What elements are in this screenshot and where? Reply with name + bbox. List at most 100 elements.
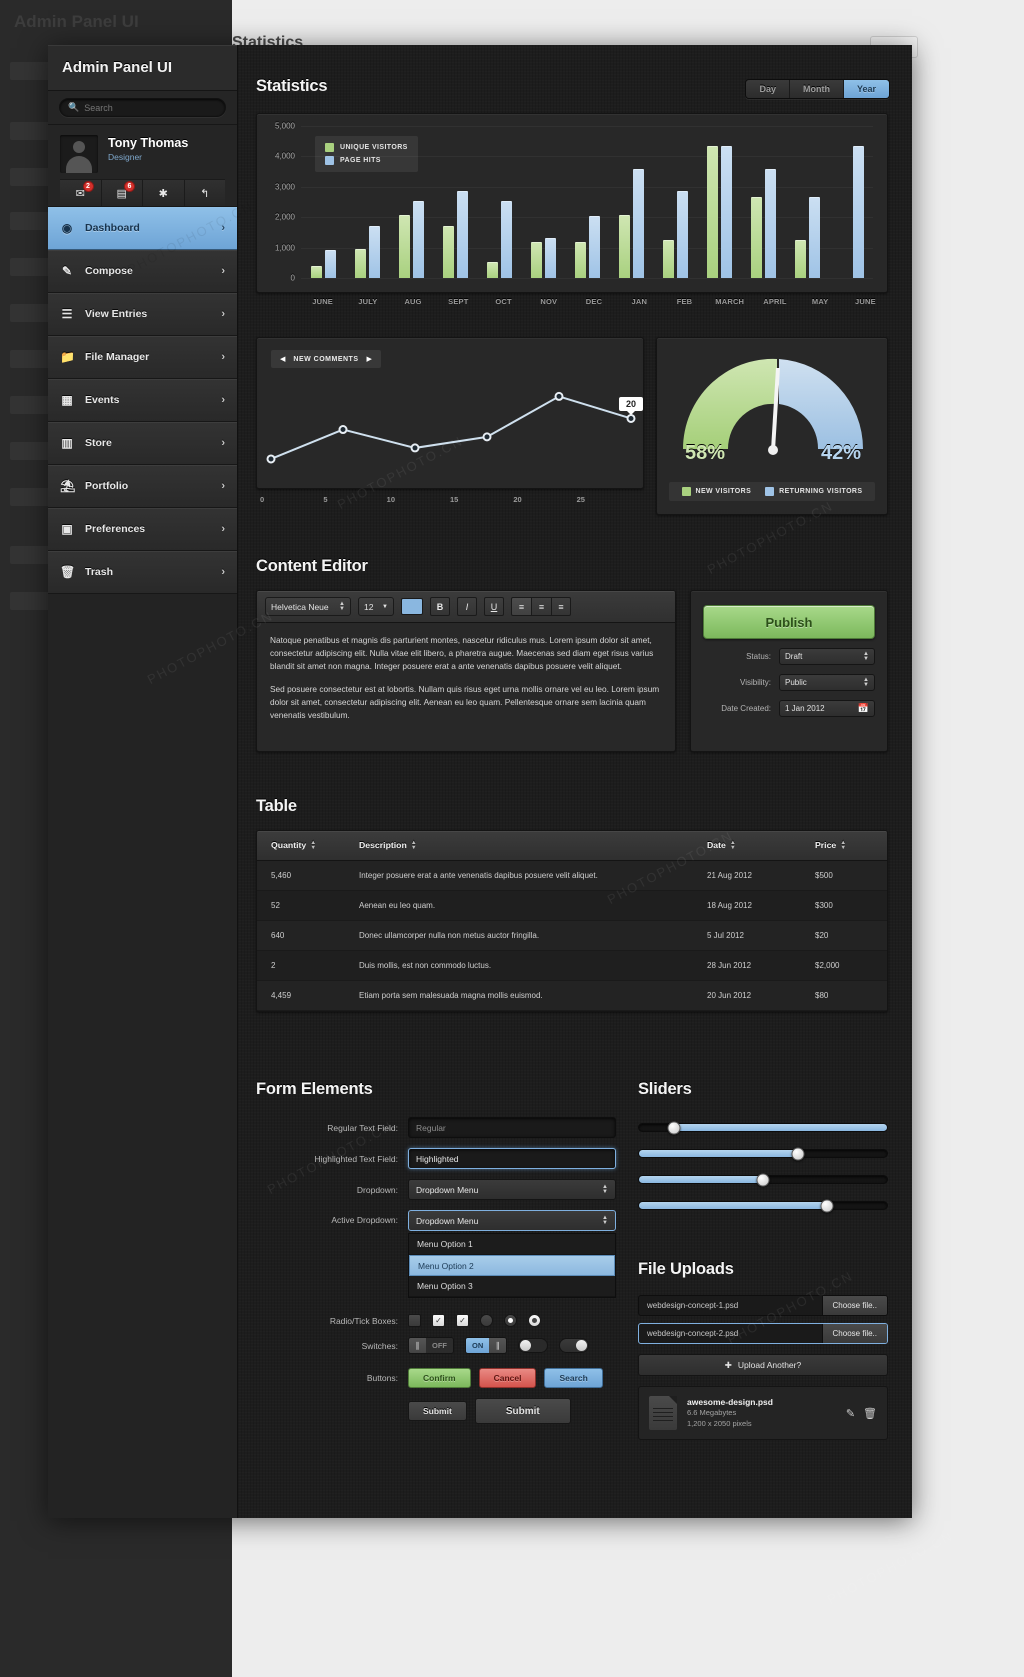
radio-selected[interactable] — [504, 1314, 517, 1327]
column-header-date[interactable]: Date ▲ ▼ — [693, 831, 801, 861]
chevron-right-icon: › — [221, 308, 225, 320]
menu-option-3[interactable]: Menu Option 3 — [409, 1276, 615, 1297]
dropdown-select[interactable]: Dropdown Menu ▲ ▼ — [408, 1179, 616, 1200]
radio-active[interactable] — [528, 1314, 541, 1327]
table-row[interactable]: 5,460 Integer posuere erat a ante venenat… — [257, 860, 887, 891]
switch-handle-icon: ∥ — [409, 1338, 426, 1353]
bar — [720, 145, 732, 278]
radio-unselected[interactable] — [480, 1314, 493, 1327]
sidebar-item-file-manager[interactable]: 📁 File Manager › — [48, 336, 237, 379]
edit-icon[interactable]: ✎ — [846, 1407, 855, 1420]
sidebar-item-preferences[interactable]: ▣ Preferences › — [48, 508, 237, 551]
table-cell: 21 Aug 2012 — [693, 860, 801, 891]
confirm-button[interactable]: Confirm — [408, 1368, 471, 1388]
slider-knob[interactable] — [791, 1147, 805, 1160]
profile-notes-button[interactable]: ▤ 6 — [101, 180, 143, 206]
bar-chart-x-labels: JUNE JULY AUG SEPT OCT NOV DEC JAN FEB MARCH APRIL… — [300, 297, 888, 306]
bold-button[interactable]: B — [430, 597, 450, 616]
sidebar-item-dashboard[interactable]: ◉ Dashboard › — [48, 207, 237, 250]
sidebar-item-compose[interactable]: ✎ Compose › — [48, 250, 237, 293]
sidebar-item-trash[interactable]: 🗑 Trash › — [48, 551, 237, 594]
text-color-swatch[interactable] — [401, 598, 423, 615]
sidebar-item-label: View Entries — [85, 308, 148, 320]
tab-day[interactable]: Day — [746, 80, 790, 98]
slider-1[interactable] — [638, 1121, 888, 1134]
visibility-select[interactable]: Public ▲ ▼ — [779, 674, 875, 691]
tab-month[interactable]: Month — [789, 80, 844, 98]
visitor-gauge — [657, 346, 887, 456]
profile-inbox-button[interactable]: ✉ 2 — [60, 180, 102, 206]
profile-tools-button[interactable]: ✱ — [143, 180, 185, 206]
table-row[interactable]: 640 Donec ullamcorper nulla non metus auc… — [257, 920, 887, 951]
tab-year[interactable]: Year — [843, 80, 889, 98]
sliders-group — [638, 1121, 888, 1227]
active-dropdown-label: Active Dropdown: — [331, 1215, 398, 1225]
slider-knob[interactable] — [756, 1173, 770, 1186]
submit-button-large[interactable]: Submit — [474, 1398, 571, 1424]
table-cell: 52 — [257, 890, 345, 921]
table-row[interactable]: 2 Duis mollis, est non commodo luctus. 28 … — [257, 950, 887, 981]
calendar-icon[interactable]: 📅 — [858, 703, 869, 714]
sidebar-item-events[interactable]: ▦ Events › — [48, 379, 237, 422]
switches-row: Switches: ∥ OFF ON ∥ — [256, 1337, 616, 1354]
editor-textarea[interactable]: Natoque penatibus et magnis dis parturie… — [257, 623, 675, 743]
column-header-price[interactable]: Price ▲ ▼ — [801, 831, 887, 861]
slider-fill — [673, 1124, 887, 1131]
active-dropdown-select[interactable]: Dropdown Menu ▲ ▼ — [408, 1210, 616, 1231]
slider-3[interactable] — [638, 1173, 888, 1186]
table-row[interactable]: 52 Aenean eu leo quam. 18 Aug 2012 $300 — [257, 890, 887, 921]
column-header-quantity[interactable]: Quantity ▲ ▼ — [257, 831, 345, 861]
sidebar-item-view-entries[interactable]: ☰ View Entries › — [48, 293, 237, 336]
slider-4[interactable] — [638, 1199, 888, 1212]
bar-group — [301, 249, 345, 278]
menu-option-1[interactable]: Menu Option 1 — [409, 1234, 615, 1255]
x-axis-tick: MAY — [811, 297, 829, 306]
switch-off[interactable]: ∥ OFF — [408, 1337, 454, 1354]
slider-knob[interactable] — [667, 1121, 681, 1134]
column-header-description[interactable]: Description ▲ ▼ — [345, 831, 693, 861]
cancel-button[interactable]: Cancel — [478, 1368, 537, 1388]
search-button[interactable]: Search — [544, 1368, 603, 1388]
align-center-button[interactable]: ≡ — [531, 597, 551, 616]
align-right-button[interactable]: ≡ — [551, 597, 571, 616]
y-axis-tick: 3,000 — [274, 182, 295, 192]
range-tabs[interactable]: Day Month Year — [745, 79, 890, 99]
font-family-select[interactable]: Helvetica Neue ▲ ▼ — [265, 597, 351, 616]
slider-2[interactable] — [638, 1147, 888, 1160]
search-field-wrapper[interactable]: 🔍 — [59, 98, 226, 117]
regular-text-field[interactable]: Regular — [408, 1117, 616, 1138]
date-created-field[interactable]: 1 Jan 2012 📅 — [779, 700, 875, 717]
form-section: Regular Text Field: Regular Highlighted … — [256, 1117, 616, 1434]
slider-knob[interactable] — [820, 1199, 834, 1212]
choose-file-button[interactable]: Choose file.. — [821, 1296, 887, 1315]
status-select[interactable]: Draft ▲ ▼ — [779, 648, 875, 665]
toggle-off[interactable] — [518, 1338, 549, 1353]
highlighted-text-field[interactable]: Highlighted — [408, 1148, 616, 1169]
switch-handle-icon: ∥ — [489, 1338, 507, 1353]
align-left-button[interactable]: ≡ — [511, 597, 531, 616]
bar-group — [785, 197, 829, 278]
menu-option-2[interactable]: Menu Option 2 — [409, 1255, 615, 1276]
sidebar-item-label: Preferences — [85, 523, 146, 535]
checkbox-checked-2[interactable]: ✓ — [456, 1314, 469, 1327]
sidebar-item-portfolio[interactable]: ⛱ Portfolio › — [48, 465, 237, 508]
font-size-select[interactable]: 12 ▼ — [358, 597, 394, 616]
toggle-on[interactable] — [559, 1338, 590, 1353]
checkbox-checked[interactable]: ✓ — [432, 1314, 445, 1327]
choose-file-button[interactable]: Choose file.. — [821, 1324, 887, 1343]
switch-on[interactable]: ON ∥ — [465, 1337, 508, 1354]
search-input[interactable] — [84, 102, 217, 113]
date-created-value: 1 Jan 2012 — [785, 704, 825, 713]
trash-icon[interactable]: 🗑 — [863, 1407, 877, 1420]
form-title: Form Elements — [256, 1080, 373, 1098]
submit-button-small[interactable]: Submit — [408, 1401, 467, 1421]
checkbox-unchecked[interactable] — [408, 1314, 421, 1327]
underline-button[interactable]: U — [484, 597, 504, 616]
table-row[interactable]: 4,459 Etiam porta sem malesuada magna mol… — [257, 980, 887, 1011]
italic-button[interactable]: I — [457, 597, 477, 616]
publish-button[interactable]: Publish — [703, 605, 875, 639]
upload-another-button[interactable]: ✚ Upload Another? — [638, 1354, 888, 1376]
profile-logout-button[interactable]: ↰ — [184, 180, 225, 206]
portfolio-icon: ⛱ — [60, 479, 76, 493]
sidebar-item-store[interactable]: ▥ Store › — [48, 422, 237, 465]
